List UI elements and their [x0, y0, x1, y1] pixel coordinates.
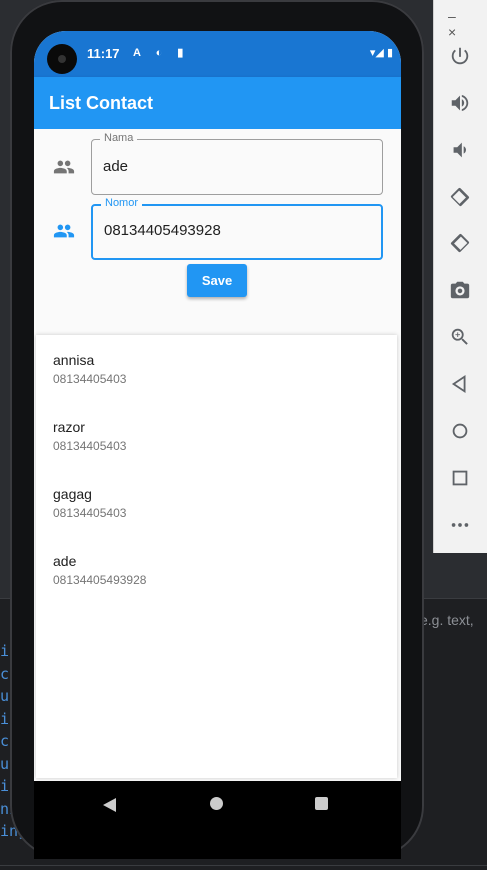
- contact-number: 08134405403: [53, 506, 127, 520]
- status-bar: 11:17 A ◐ ▮ ▾◢ ▮: [34, 31, 401, 77]
- nama-field[interactable]: Nama ade: [91, 132, 383, 195]
- power-icon[interactable]: [445, 41, 475, 71]
- nama-input-value[interactable]: ade: [103, 158, 128, 175]
- home-icon[interactable]: [445, 416, 475, 446]
- nav-recent-icon[interactable]: [315, 797, 328, 810]
- notification-icons: A ◐ ▮: [133, 47, 190, 59]
- nama-label: Nama: [100, 132, 138, 144]
- app-bar: List Contact: [34, 77, 401, 129]
- contact-number: 08134405493928: [53, 573, 147, 587]
- people-icon: [53, 220, 75, 242]
- list-item[interactable]: annisa 08134405403: [53, 352, 126, 386]
- camera-icon[interactable]: [445, 275, 475, 305]
- status-time: 11:17: [87, 46, 120, 61]
- list-item[interactable]: ade 08134405493928: [53, 553, 146, 587]
- minimize-button[interactable]: –: [448, 8, 456, 24]
- contact-form: Nama ade Nomor 08134405493928 Save: [34, 129, 401, 337]
- nomor-field[interactable]: Nomor 08134405493928: [91, 197, 383, 260]
- nomor-label: Nomor: [101, 197, 143, 209]
- back-icon[interactable]: [445, 369, 475, 399]
- more-icon[interactable]: [445, 510, 475, 540]
- list-item[interactable]: gagag 08134405403: [53, 486, 126, 520]
- overview-icon[interactable]: [445, 463, 475, 493]
- contact-name: annisa: [53, 352, 95, 368]
- volume-down-icon[interactable]: [445, 135, 475, 165]
- nomor-input-value[interactable]: 08134405493928: [104, 222, 221, 239]
- nav-back-icon[interactable]: [103, 798, 117, 817]
- list-item[interactable]: razor 08134405403: [53, 419, 126, 453]
- contact-name: ade: [53, 553, 77, 569]
- system-icons: ▾◢ ▮: [369, 47, 393, 59]
- emulator-toolbar: – ×: [433, 0, 487, 553]
- people-icon: [53, 156, 75, 178]
- contact-list: annisa 08134405403 razor 08134405403 gag…: [36, 335, 397, 778]
- contact-name: razor: [53, 419, 85, 435]
- page-title: List Contact: [49, 93, 154, 113]
- close-button[interactable]: ×: [448, 24, 456, 40]
- ide-search-input[interactable]: e.g. text,: [420, 606, 487, 634]
- contact-number: 08134405403: [53, 439, 127, 453]
- zoom-icon[interactable]: [445, 322, 475, 352]
- contact-name: gagag: [53, 486, 92, 502]
- rotate-left-icon[interactable]: [445, 182, 475, 212]
- volume-up-icon[interactable]: [445, 88, 475, 118]
- nav-home-icon[interactable]: [210, 797, 223, 810]
- phone-screen: 11:17 A ◐ ▮ ▾◢ ▮ List Contact Nama ade N…: [34, 31, 401, 859]
- contact-number: 08134405403: [53, 372, 127, 386]
- save-button[interactable]: Save: [187, 264, 247, 297]
- rotate-right-icon[interactable]: [445, 228, 475, 258]
- front-camera: [47, 44, 77, 74]
- ide-divider: [0, 865, 487, 866]
- navigation-bar: [34, 781, 401, 859]
